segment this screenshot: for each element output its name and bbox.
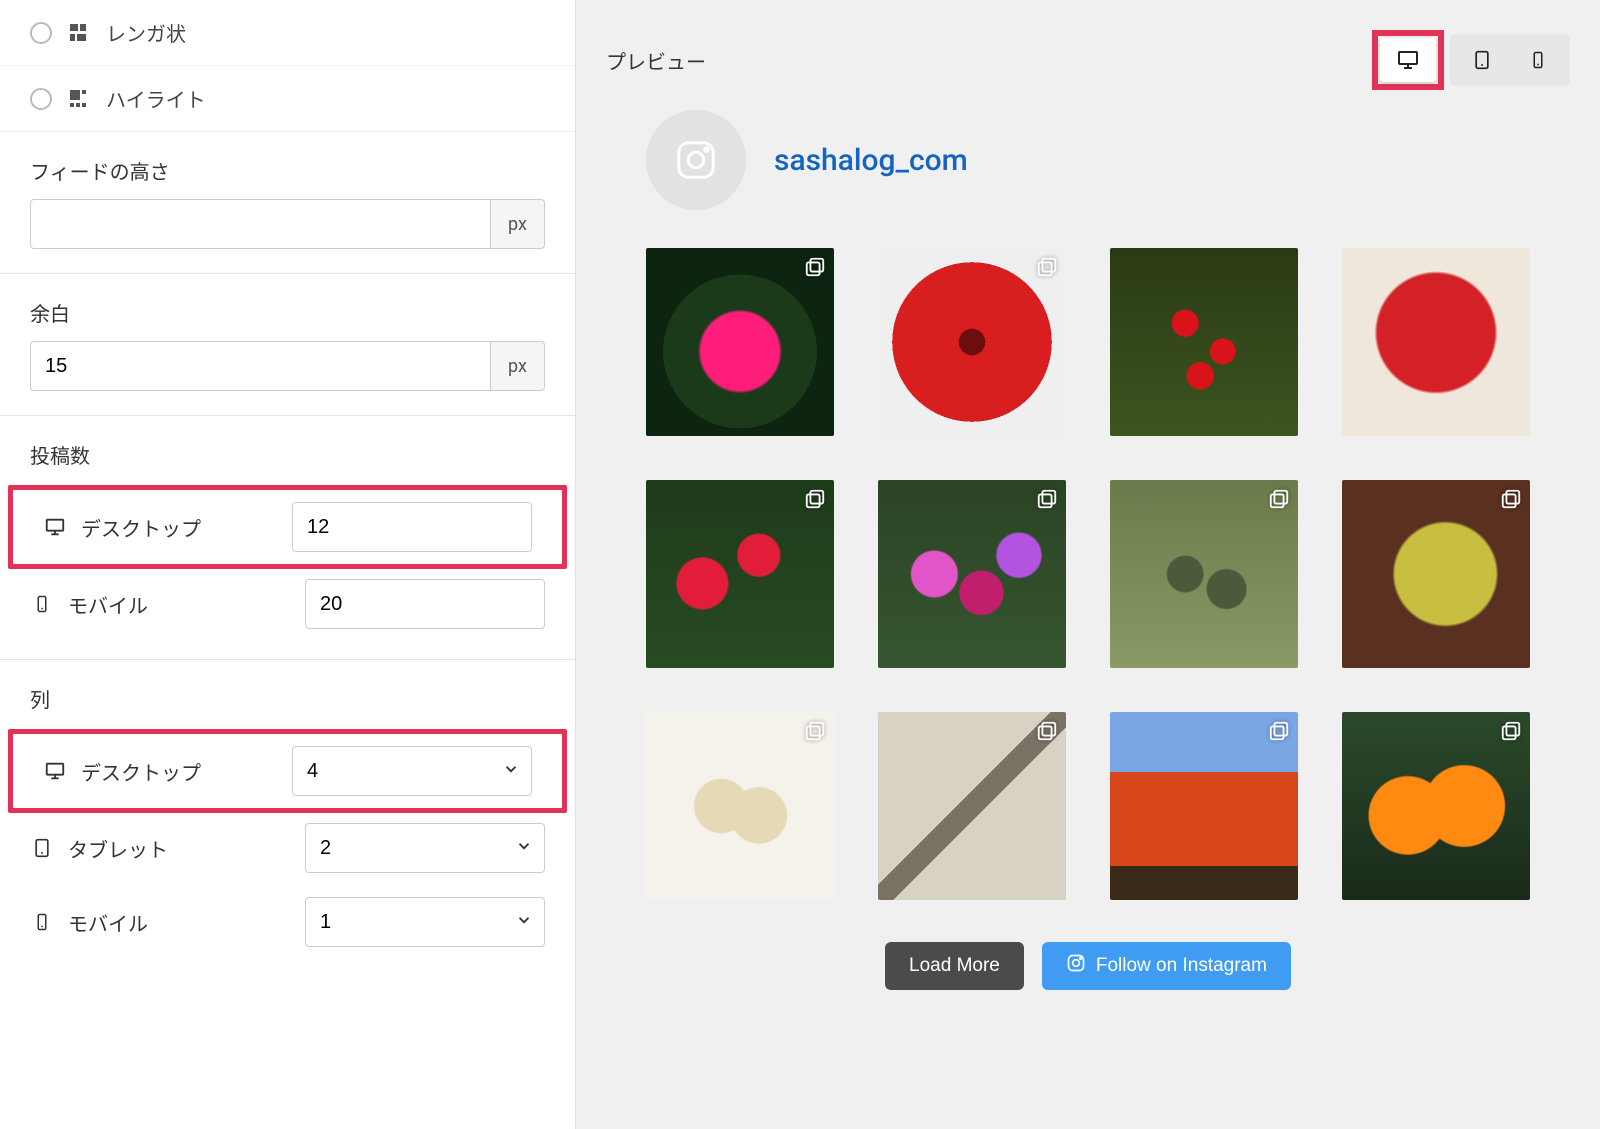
brick-layout-icon bbox=[70, 24, 88, 42]
unit-label: px bbox=[491, 341, 545, 391]
feed-height-label: フィードの高さ bbox=[30, 156, 545, 185]
device-tab-tablet[interactable] bbox=[1454, 38, 1510, 82]
device-tabs bbox=[1450, 34, 1570, 86]
posts-label: 投稿数 bbox=[0, 426, 575, 473]
posts-mobile-label: モバイル bbox=[68, 590, 291, 619]
feed-tile[interactable] bbox=[878, 712, 1066, 900]
unit-label: px bbox=[491, 199, 545, 249]
carousel-icon bbox=[1500, 488, 1522, 514]
carousel-icon bbox=[1036, 488, 1058, 514]
follow-button[interactable]: Follow on Instagram bbox=[1042, 942, 1291, 990]
feed-tile[interactable] bbox=[646, 712, 834, 900]
columns-tablet-select[interactable] bbox=[305, 823, 545, 873]
layout-option-highlight[interactable]: ハイライト bbox=[0, 66, 575, 132]
layout-option-brick[interactable]: レンガ状 bbox=[0, 0, 575, 66]
carousel-icon bbox=[1500, 720, 1522, 746]
desktop-icon bbox=[43, 515, 67, 539]
mobile-icon bbox=[30, 592, 54, 616]
carousel-icon bbox=[1036, 720, 1058, 746]
posts-mobile-input[interactable] bbox=[305, 579, 545, 629]
section-feed-height: フィードの高さ px bbox=[0, 132, 575, 274]
feed-height-input[interactable] bbox=[30, 199, 491, 249]
carousel-icon bbox=[1036, 256, 1058, 282]
highlight-device-desktop bbox=[1372, 30, 1444, 90]
device-tab-mobile[interactable] bbox=[1510, 38, 1566, 82]
device-tab-desktop[interactable] bbox=[1380, 38, 1436, 82]
columns-tablet-row: タブレット bbox=[0, 811, 575, 885]
posts-desktop-row: デスクトップ bbox=[13, 490, 562, 564]
layout-option-label: レンガ状 bbox=[106, 18, 186, 47]
feed-tile[interactable] bbox=[878, 248, 1066, 436]
section-padding: 余白 px bbox=[0, 274, 575, 416]
radio-icon bbox=[30, 22, 52, 44]
posts-mobile-row: モバイル bbox=[0, 567, 575, 641]
columns-desktop-select[interactable] bbox=[292, 746, 532, 796]
feed-tile[interactable] bbox=[1110, 480, 1298, 668]
padding-input[interactable] bbox=[30, 341, 491, 391]
feed-tile[interactable] bbox=[1110, 712, 1298, 900]
feed-tile[interactable] bbox=[646, 248, 834, 436]
columns-mobile-select[interactable] bbox=[305, 897, 545, 947]
feed-tile[interactable] bbox=[1110, 248, 1298, 436]
load-more-button[interactable]: Load More bbox=[885, 942, 1024, 990]
tablet-icon bbox=[30, 836, 54, 860]
desktop-icon bbox=[43, 759, 67, 783]
carousel-icon bbox=[804, 488, 826, 514]
posts-desktop-input[interactable] bbox=[292, 502, 532, 552]
highlight-posts-desktop: デスクトップ bbox=[8, 485, 567, 569]
carousel-icon bbox=[804, 720, 826, 746]
feed-tile[interactable] bbox=[878, 480, 1066, 668]
radio-icon bbox=[30, 88, 52, 110]
feed-tile[interactable] bbox=[646, 480, 834, 668]
columns-mobile-label: モバイル bbox=[68, 908, 291, 937]
highlight-layout-icon bbox=[70, 90, 88, 108]
columns-desktop-row: デスクトップ bbox=[13, 734, 562, 808]
preview-title: プレビュー bbox=[606, 46, 706, 75]
columns-desktop-label: デスクトップ bbox=[81, 757, 278, 786]
feed-tile[interactable] bbox=[1342, 480, 1530, 668]
columns-tablet-label: タブレット bbox=[68, 834, 291, 863]
feed-header: sashalog_com bbox=[646, 110, 1530, 210]
carousel-icon bbox=[1268, 488, 1290, 514]
layout-option-label: ハイライト bbox=[106, 84, 206, 113]
carousel-icon bbox=[1268, 720, 1290, 746]
avatar[interactable] bbox=[646, 110, 746, 210]
feed-preview: sashalog_com Load More Follow on Instagr… bbox=[606, 110, 1570, 990]
feed-tile[interactable] bbox=[1342, 712, 1530, 900]
feed-actions: Load More Follow on Instagram bbox=[646, 942, 1530, 990]
padding-label: 余白 bbox=[30, 298, 545, 327]
highlight-columns-desktop: デスクトップ bbox=[8, 729, 567, 813]
feed-tile[interactable] bbox=[1342, 248, 1530, 436]
instagram-icon bbox=[1066, 953, 1086, 979]
mobile-icon bbox=[30, 910, 54, 934]
section-posts: 投稿数 デスクトップ モバイル bbox=[0, 416, 575, 660]
settings-sidebar: レンガ状 ハイライト フィードの高さ px 余白 px 投稿数 デスクトップ bbox=[0, 0, 576, 1129]
username-link[interactable]: sashalog_com bbox=[774, 143, 968, 178]
columns-label: 列 bbox=[0, 670, 575, 717]
preview-panel: プレビュー sashalog_com bbox=[576, 0, 1600, 1129]
columns-mobile-row: モバイル bbox=[0, 885, 575, 959]
carousel-icon bbox=[804, 256, 826, 282]
posts-desktop-label: デスクトップ bbox=[81, 513, 278, 542]
section-columns: 列 デスクトップ タブレット bbox=[0, 660, 575, 977]
feed-grid bbox=[646, 248, 1530, 900]
